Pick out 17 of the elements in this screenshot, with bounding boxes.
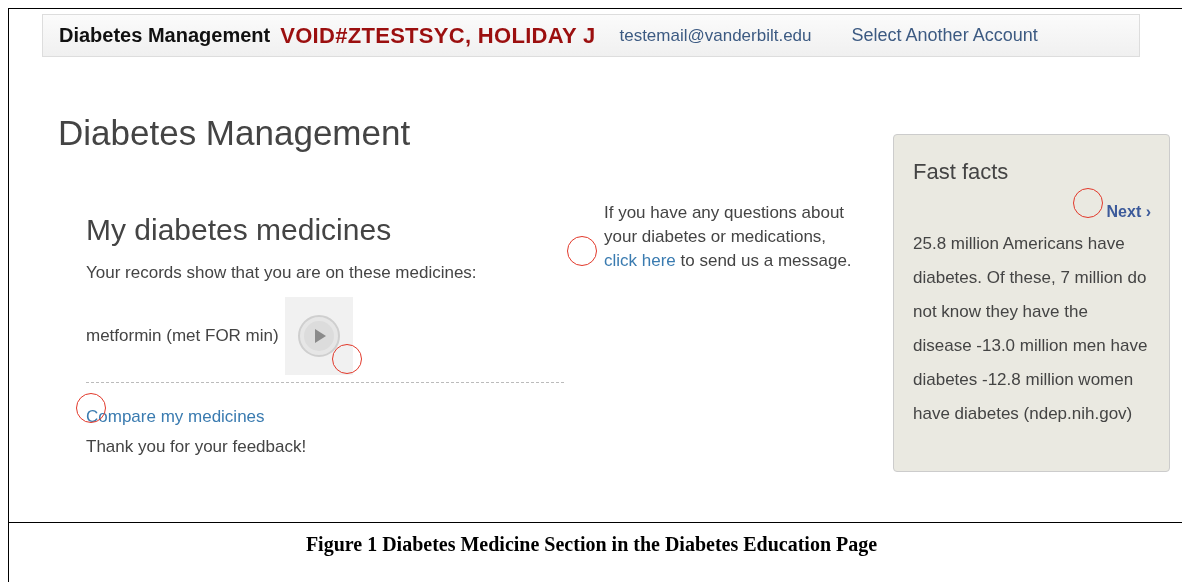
select-account-link[interactable]: Select Another Account xyxy=(851,25,1038,46)
intro-text: Your records show that you are on these medicines: xyxy=(86,263,478,283)
page-title: Diabetes Management xyxy=(58,113,412,153)
fact-text: 25.8 million Americans have diabetes. Of these, 7 million do not know they have the disease -13.0 million men have diabetes -12.8 million women have diabetes (ndep.nih.gov) xyxy=(913,233,1149,425)
email-link[interactable]: testemail@vanderbilt.edu xyxy=(619,25,812,46)
feedback-text: Thank you for your feedback! xyxy=(86,437,308,457)
click-here-link[interactable]: click here xyxy=(604,251,676,270)
contact-text: If you have any questions about your diabetes or medications, click here to send us a message. xyxy=(604,201,877,273)
app-title: Diabetes Management xyxy=(59,24,271,47)
figure-caption: Figure 1 Diabetes Medicine Section in the Diabetes Education Page xyxy=(304,532,879,556)
next-link[interactable]: Next › xyxy=(1106,203,1151,220)
patient-name: VOID#ZTESTSYC, HOLIDAY J xyxy=(280,22,596,49)
section-title: My diabetes medicines xyxy=(86,213,393,247)
play-icon xyxy=(296,314,341,358)
medicine-name: metformin (met FOR min) xyxy=(86,326,279,346)
play-button[interactable] xyxy=(284,297,353,375)
panel-title: Fast facts xyxy=(913,159,1010,185)
